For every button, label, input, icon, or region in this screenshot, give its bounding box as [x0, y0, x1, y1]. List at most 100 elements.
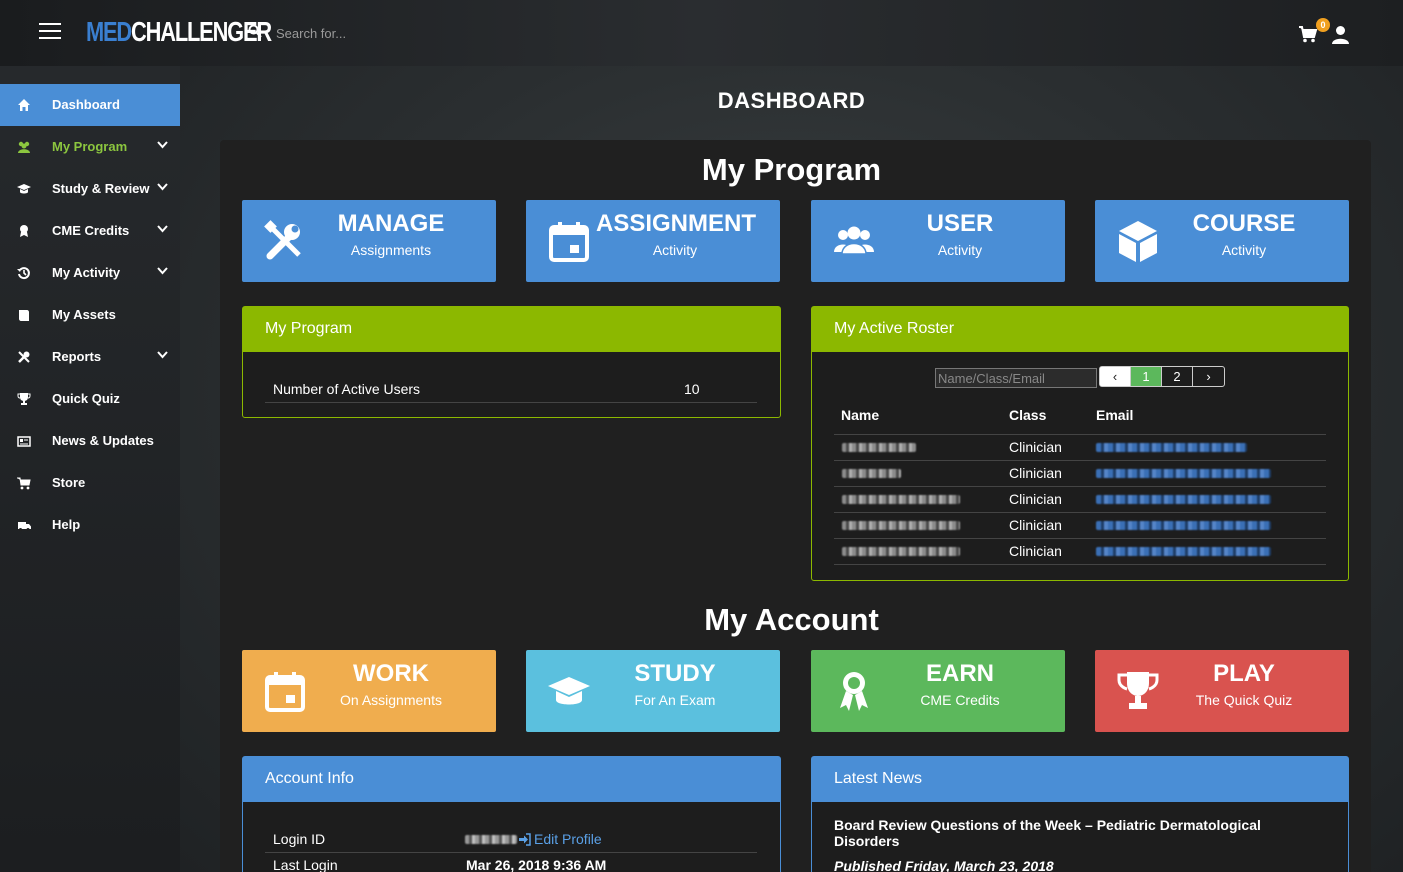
- trophy-icon: [1117, 672, 1159, 709]
- my-program-card: My Program Number of Active Users 10: [242, 306, 781, 418]
- redacted-login-id: [465, 835, 517, 844]
- logo[interactable]: MEDCHALLENGER: [86, 16, 272, 48]
- section-title-my-program: My Program: [701, 152, 882, 187]
- row-class: Clinician: [1009, 543, 1062, 559]
- divider: [265, 402, 757, 403]
- tile-subtitle: On Assignments: [340, 692, 442, 708]
- tile-title: COURSE: [1192, 210, 1296, 237]
- award-icon: [840, 672, 868, 711]
- column-header-class: Class: [1009, 407, 1047, 423]
- edit-profile-link[interactable]: Edit Profile: [534, 831, 602, 847]
- page-title: DASHBOARD: [717, 88, 866, 113]
- ambulance-icon: [18, 522, 31, 531]
- sidebar-item-study-review[interactable]: Study & Review: [0, 168, 180, 210]
- row-class: Clinician: [1009, 439, 1062, 455]
- calendar-icon: [265, 672, 305, 712]
- work-assignments-tile[interactable]: WORK On Assignments: [242, 650, 496, 732]
- card-heading: Account Info: [243, 757, 780, 802]
- column-header-email: Email: [1096, 407, 1134, 423]
- menu-icon[interactable]: [39, 23, 61, 39]
- redacted-name: [842, 443, 916, 452]
- logo-med-text: MED: [86, 16, 132, 47]
- row-class: Clinician: [1009, 517, 1062, 533]
- tile-subtitle: Activity: [652, 242, 698, 258]
- calendar-icon: [549, 222, 589, 262]
- assignment-activity-tile[interactable]: ASSIGNMENT Activity: [526, 200, 780, 282]
- study-exam-tile[interactable]: STUDY For An Exam: [526, 650, 780, 732]
- redacted-email: [1096, 521, 1271, 530]
- prev-page-button[interactable]: ‹: [1100, 367, 1131, 386]
- sidebar-item-label: Reports: [52, 349, 102, 364]
- card-heading: Latest News: [812, 757, 1348, 802]
- sidebar-item-news-updates[interactable]: News & Updates: [0, 420, 180, 462]
- search-input[interactable]: [268, 22, 488, 44]
- tile-title: ASSIGNMENT: [596, 210, 757, 237]
- tools-icon: [264, 220, 301, 260]
- redacted-name: [842, 469, 901, 478]
- sidebar-item-label: Store: [52, 475, 86, 490]
- search-icon: [248, 24, 262, 38]
- award-icon: [20, 225, 28, 237]
- tile-title: WORK: [353, 660, 429, 687]
- course-activity-tile[interactable]: COURSE Activity: [1095, 200, 1349, 282]
- sidebar-item-dashboard[interactable]: Dashboard: [0, 84, 180, 126]
- sidebar-item-cme-credits[interactable]: CME Credits: [0, 210, 180, 252]
- sidebar-item-label: My Program: [52, 139, 128, 154]
- sidebar-item-quick-quiz[interactable]: Quick Quiz: [0, 378, 180, 420]
- history-icon: [17, 267, 30, 280]
- sidebar-item-my-program[interactable]: My Program: [0, 126, 180, 168]
- divider: [834, 486, 1326, 487]
- sidebar-item-reports[interactable]: Reports: [0, 336, 180, 378]
- cart-icon: [17, 477, 31, 490]
- redacted-email: [1096, 443, 1247, 452]
- chevron-down-icon: [157, 183, 168, 191]
- divider: [265, 852, 757, 853]
- users-icon: [834, 226, 874, 255]
- news-item-title[interactable]: Board Review Questions of the Week – Ped…: [834, 817, 1304, 849]
- chevron-down-icon: [157, 225, 168, 233]
- column-header-name: Name: [841, 407, 880, 423]
- user-icon[interactable]: [1331, 25, 1350, 44]
- tile-title: PLAY: [1213, 660, 1275, 687]
- account-info-card: Account Info Login ID Edit Profile Last …: [242, 756, 781, 872]
- active-users-value: 10: [684, 381, 700, 397]
- sidebar-item-label: Study & Review: [52, 181, 150, 196]
- tile-subtitle: Assignments: [350, 242, 432, 258]
- sidebar-item-store[interactable]: Store: [0, 462, 180, 504]
- home-icon: [18, 99, 30, 111]
- tile-title: EARN: [925, 660, 994, 687]
- manage-assignments-tile[interactable]: MANAGE Assignments: [242, 200, 496, 282]
- newspaper-icon: [17, 436, 31, 447]
- sidebar-item-my-activity[interactable]: My Activity: [0, 252, 180, 294]
- card-heading: My Program: [243, 307, 780, 352]
- page-1-button[interactable]: 1: [1131, 367, 1162, 386]
- user-activity-tile[interactable]: USER Activity: [811, 200, 1065, 282]
- next-page-button[interactable]: ›: [1193, 367, 1224, 386]
- chevron-down-icon: [157, 267, 168, 275]
- cube-icon: [1119, 221, 1157, 262]
- sidebar-item-help[interactable]: Help: [0, 504, 180, 546]
- page-2-button[interactable]: 2: [1162, 367, 1193, 386]
- cart-icon[interactable]: [1298, 25, 1318, 43]
- earn-cme-tile[interactable]: EARN CME Credits: [811, 650, 1065, 732]
- active-roster-card: My Active Roster ‹ 1 2 › Name Class Emai…: [811, 306, 1349, 581]
- sidebar-item-label: My Activity: [52, 265, 121, 280]
- latest-news-card: Latest News Board Review Questions of th…: [811, 756, 1349, 872]
- sidebar: Dashboard My Program Study & Review CME …: [0, 66, 180, 872]
- sign-in-icon: [519, 833, 531, 846]
- row-class: Clinician: [1009, 465, 1062, 481]
- play-quiz-tile[interactable]: PLAY The Quick Quiz: [1095, 650, 1349, 732]
- tile-title: MANAGE: [337, 210, 445, 237]
- tile-subtitle: Activity: [937, 242, 983, 258]
- row-class: Clinician: [1009, 491, 1062, 507]
- divider: [834, 460, 1326, 461]
- chevron-down-icon: [157, 141, 168, 149]
- redacted-name: [842, 495, 960, 504]
- sidebar-item-my-assets[interactable]: My Assets: [0, 294, 180, 336]
- graduation-cap-icon: [548, 677, 590, 705]
- roster-search-input[interactable]: [935, 368, 1097, 388]
- redacted-email: [1096, 547, 1271, 556]
- news-item-date: Published Friday, March 23, 2018: [834, 858, 1054, 872]
- active-users-label: Number of Active Users: [273, 381, 421, 397]
- sidebar-item-label: CME Credits: [52, 223, 130, 238]
